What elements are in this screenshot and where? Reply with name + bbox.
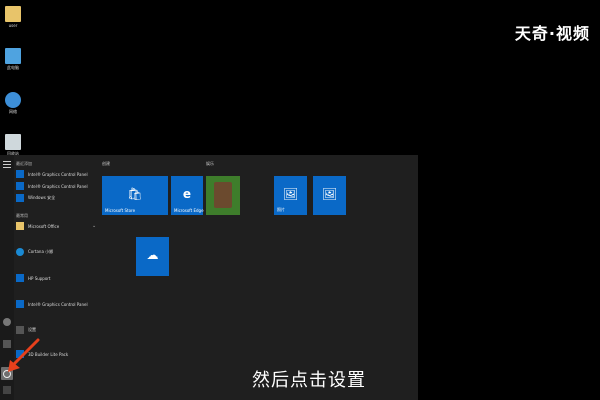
desktop-icon-network[interactable]: 网络 (2, 92, 24, 115)
app-item[interactable]: HP Support (16, 272, 100, 284)
chevron-down-icon: ⌄ (92, 223, 97, 229)
app-icon (16, 182, 24, 190)
desktop-icon-this-pc[interactable]: 此电脑 (2, 48, 24, 71)
app-icon (16, 326, 24, 334)
game-art-icon (214, 182, 232, 208)
app-item[interactable]: Microsoft Office ⌄ (16, 220, 100, 232)
recycle-bin-icon (5, 134, 21, 150)
tile-photos-2[interactable]: 🖼 (313, 176, 346, 215)
cortana-icon (16, 248, 24, 256)
folder-icon (16, 222, 24, 230)
app-item[interactable]: 设置 (16, 324, 100, 336)
store-bag-icon: 🛍 (127, 186, 143, 201)
recent-header: 最近添加 (16, 161, 32, 166)
app-item[interactable]: Windows 安全 (16, 192, 100, 204)
tile-xbox-game[interactable] (206, 176, 240, 215)
red-arrow-icon (8, 338, 40, 372)
caption-subtitle: 然后点击设置 (252, 370, 366, 391)
user-avatar-icon[interactable] (3, 318, 11, 326)
app-icon (16, 194, 24, 202)
section-header: 最常用 (16, 213, 28, 218)
computer-icon (5, 48, 21, 64)
cloud-icon: ☁ (146, 247, 159, 262)
desktop-icon-recycle-bin[interactable]: 回收站 (2, 134, 24, 157)
tile-group-title: 创建 (102, 161, 110, 166)
app-icon (16, 300, 24, 308)
app-icon (16, 274, 24, 282)
tile-photos[interactable]: 🖼 照片 (274, 176, 307, 215)
app-icon (16, 170, 24, 178)
app-item[interactable]: Intel® Graphics Control Panel (16, 168, 100, 180)
app-list: 最近添加 Intel® Graphics Control Panel Intel… (16, 160, 100, 360)
power-icon[interactable] (3, 386, 11, 394)
desktop-icon-user[interactable]: user (2, 6, 24, 28)
tile-onedrive[interactable]: ☁ (136, 237, 169, 276)
tile-group-title: 娱乐 (206, 161, 214, 166)
network-icon (5, 92, 21, 108)
tile-microsoft-edge[interactable]: e Microsoft Edge (171, 176, 204, 215)
photo-icon: 🖼 (282, 186, 299, 201)
app-item[interactable]: Intel® Graphics Control Panel (16, 298, 100, 310)
edge-icon: e (182, 186, 192, 201)
photo-icon: 🖼 (321, 186, 338, 201)
hamburger-icon[interactable] (3, 160, 11, 168)
watermark: 天奇·视频 (514, 24, 590, 43)
tile-microsoft-store[interactable]: 🛍 Microsoft Store (102, 176, 168, 215)
app-item[interactable]: Cortana 小娜 (16, 246, 100, 258)
user-folder-icon (5, 6, 21, 22)
app-item[interactable]: Intel® Graphics Control Panel (16, 180, 100, 192)
